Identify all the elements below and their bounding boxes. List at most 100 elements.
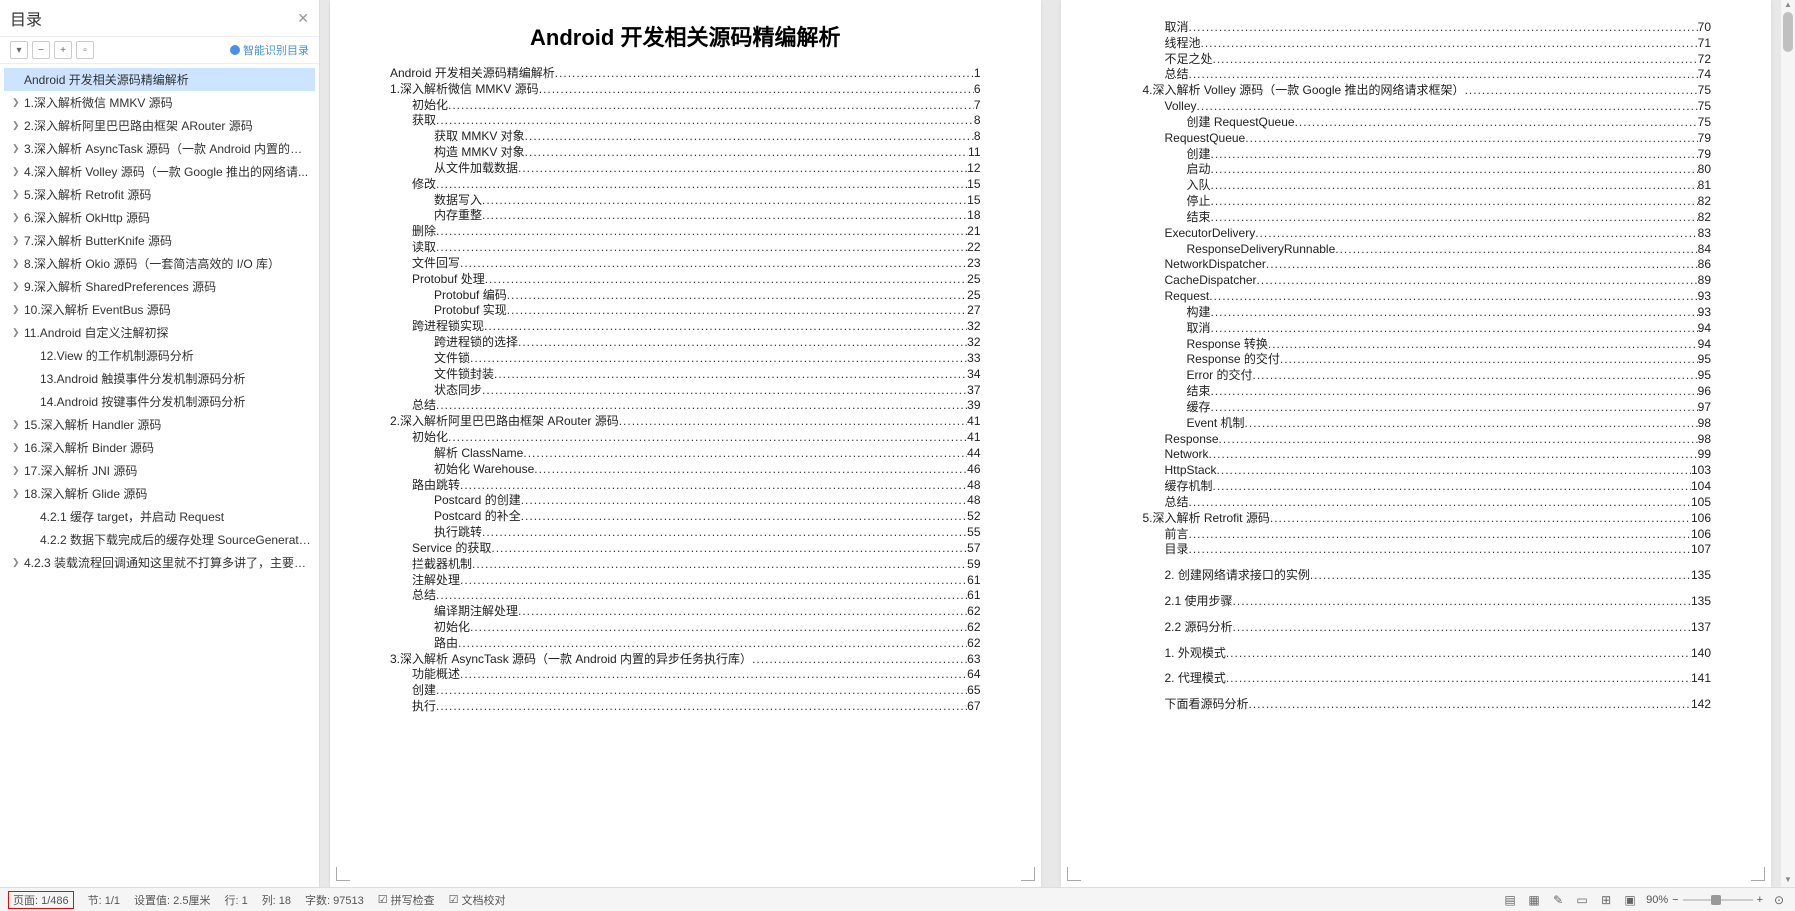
toc-page-number: 32 — [967, 335, 980, 351]
outline-item[interactable]: 12.View 的工作机制源码分析 — [4, 344, 315, 367]
outline-item[interactable]: ❯5.深入解析 Retrofit 源码 — [4, 183, 315, 206]
toc-text: 前言 — [1121, 527, 1189, 543]
scroll-down-icon[interactable]: ▼ — [1782, 875, 1794, 887]
char-count: 字数: 97513 — [305, 892, 364, 908]
view-mode-1-icon[interactable]: ▤ — [1502, 892, 1518, 908]
toc-text: 创建 — [390, 683, 436, 699]
toc-entry: 下面看源码分析.................................… — [1121, 697, 1712, 713]
toc-page-number: 98 — [1698, 416, 1711, 432]
toc-page-number: 48 — [967, 478, 980, 494]
view-mode-5-icon[interactable]: ⊞ — [1598, 892, 1614, 908]
outline-item[interactable]: 13.Android 触摸事件分发机制源码分析 — [4, 367, 315, 390]
toc-entry: 编译期注解处理.................................… — [390, 604, 981, 620]
outline-item[interactable]: ❯1.深入解析微信 MMKV 源码 — [4, 91, 315, 114]
toc-page-number: 84 — [1698, 242, 1711, 258]
settings-icon[interactable]: ⊙ — [1771, 892, 1787, 908]
toc-page-number: 80 — [1698, 162, 1711, 178]
chevron-right-icon: ❯ — [12, 143, 24, 154]
view-mode-4-icon[interactable]: ▭ — [1574, 892, 1590, 908]
outline-item-label: 11.Android 自定义注解初探 — [24, 324, 169, 341]
toc-page-number: 8 — [974, 113, 981, 129]
outline-item-label: 4.2.3 装载流程回调通知这里就不打算多讲了，主要线... — [24, 554, 311, 571]
outline-item[interactable]: ❯11.Android 自定义注解初探 — [4, 321, 315, 344]
toc-page-number: 137 — [1691, 620, 1711, 636]
toc-leader: ........................................… — [534, 462, 967, 478]
outline-item[interactable]: Android 开发相关源码精编解析 — [4, 68, 315, 91]
toc-text: 跨进程锁实现 — [390, 319, 484, 335]
toc-entry: Event 机制................................… — [1121, 416, 1712, 432]
toc-leader: ........................................… — [1217, 463, 1691, 479]
outline-item[interactable]: ❯17.深入解析 JNI 源码 — [4, 459, 315, 482]
toc-entry: 5.深入解析 Retrofit 源码......................… — [1121, 511, 1712, 527]
toc-leader: ........................................… — [460, 256, 967, 272]
page-indicator[interactable]: 页面: 1/486 — [8, 891, 74, 909]
smart-recognize-button[interactable]: 智能识别目录 — [230, 42, 309, 58]
outline-item[interactable]: ❯18.深入解析 Glide 源码 — [4, 482, 315, 505]
toc-text: 从文件加载数据 — [390, 161, 518, 177]
page-1: Android 开发相关源码精编解析 Android 开发相关源码精编解析...… — [330, 0, 1041, 887]
toc-text: 总结 — [390, 588, 436, 604]
view-mode-3-icon[interactable]: ✎ — [1550, 892, 1566, 908]
toc-page-number: 140 — [1691, 646, 1711, 662]
toc-text: 文件回写 — [390, 256, 460, 272]
toc-text: 删除 — [390, 224, 436, 240]
vertical-scrollbar[interactable]: ▲ ▼ — [1781, 0, 1795, 887]
outline-item-label: 3.深入解析 AsyncTask 源码（一款 Android 内置的异... — [24, 140, 311, 157]
outline-item[interactable]: 14.Android 按键事件分发机制源码分析 — [4, 390, 315, 413]
minus-icon[interactable]: − — [32, 41, 50, 59]
box-icon[interactable]: ▫ — [76, 41, 94, 59]
scroll-thumb[interactable] — [1783, 12, 1793, 52]
outline-item[interactable]: ❯16.深入解析 Binder 源码 — [4, 436, 315, 459]
outline-item[interactable]: ❯2.深入解析阿里巴巴路由框架 ARouter 源码 — [4, 114, 315, 137]
toc-entry: Postcard 的创建............................… — [390, 493, 981, 509]
outline-item[interactable]: 4.2.1 缓存 target，并启动 Request — [4, 505, 315, 528]
plus-icon[interactable]: + — [54, 41, 72, 59]
corner-mark — [1067, 867, 1081, 881]
view-mode-2-icon[interactable]: ▦ — [1526, 892, 1542, 908]
toc-page-number: 135 — [1691, 568, 1711, 584]
outline-item[interactable]: ❯3.深入解析 AsyncTask 源码（一款 Android 内置的异... — [4, 137, 315, 160]
toc-text: 取消 — [1121, 321, 1211, 337]
toc-text: 2.深入解析阿里巴巴路由框架 ARouter 源码 — [390, 414, 619, 430]
doccheck-button[interactable]: ☑文档校对 — [449, 892, 506, 908]
toc-page-number: 72 — [1698, 52, 1711, 68]
toc-page-number: 25 — [967, 288, 980, 304]
toc-entry: 文件锁.....................................… — [390, 351, 981, 367]
outline-item[interactable]: ❯4.2.3 装载流程回调通知这里就不打算多讲了，主要线... — [4, 551, 315, 574]
toc-entry: Network.................................… — [1121, 447, 1712, 463]
toc-text: 执行 — [390, 699, 436, 715]
outline-item[interactable]: ❯15.深入解析 Handler 源码 — [4, 413, 315, 436]
outline-item[interactable]: ❯7.深入解析 ButterKnife 源码 — [4, 229, 315, 252]
toc-text: 获取 MMKV 对象 — [390, 129, 525, 145]
outline-item[interactable]: ❯9.深入解析 SharedPreferences 源码 — [4, 275, 315, 298]
toc-leader: ........................................… — [458, 636, 967, 652]
toc-leader: ........................................… — [448, 98, 974, 114]
toc-text: 缓存机制 — [1121, 479, 1213, 495]
toc-page-number: 55 — [967, 525, 980, 541]
outline-item[interactable]: ❯8.深入解析 Okio 源码（一套简洁高效的 I/O 库） — [4, 252, 315, 275]
toc-page-number: 89 — [1698, 273, 1711, 289]
outline-item-label: 13.Android 触摸事件分发机制源码分析 — [40, 370, 245, 387]
toc-leader: ........................................… — [1213, 52, 1698, 68]
outline-item[interactable]: 4.2.2 数据下载完成后的缓存处理 SourceGenerator.o... — [4, 528, 315, 551]
toc-text: 读取 — [390, 240, 436, 256]
toc-leader: ........................................… — [1268, 337, 1698, 353]
toc-entry: Service 的获取.............................… — [390, 541, 981, 557]
toc-entry: ExecutorDelivery........................… — [1121, 226, 1712, 242]
toc-text: 不足之处 — [1121, 52, 1213, 68]
zoom-slider[interactable]: 90% − + — [1646, 894, 1763, 906]
collapse-icon[interactable]: ▾ — [10, 41, 28, 59]
toc-entry: 2.深入解析阿里巴巴路由框架 ARouter 源码...............… — [390, 414, 981, 430]
spellcheck-button[interactable]: ☑拼写检查 — [378, 892, 435, 908]
toc-entry: Response................................… — [1121, 432, 1712, 448]
close-icon[interactable]: ✕ — [297, 10, 309, 27]
toc-leader: ........................................… — [1211, 384, 1698, 400]
outline-item[interactable]: ❯6.深入解析 OkHttp 源码 — [4, 206, 315, 229]
scroll-up-icon[interactable]: ▲ — [1782, 0, 1794, 12]
outline-item[interactable]: ❯4.深入解析 Volley 源码（一款 Google 推出的网络请... — [4, 160, 315, 183]
toc-entry: 从文件加载数据.................................… — [390, 161, 981, 177]
view-mode-6-icon[interactable]: ▣ — [1622, 892, 1638, 908]
toc-page-number: 25 — [967, 272, 980, 288]
toc-text: 文件锁封装 — [390, 367, 494, 383]
outline-item[interactable]: ❯10.深入解析 EventBus 源码 — [4, 298, 315, 321]
